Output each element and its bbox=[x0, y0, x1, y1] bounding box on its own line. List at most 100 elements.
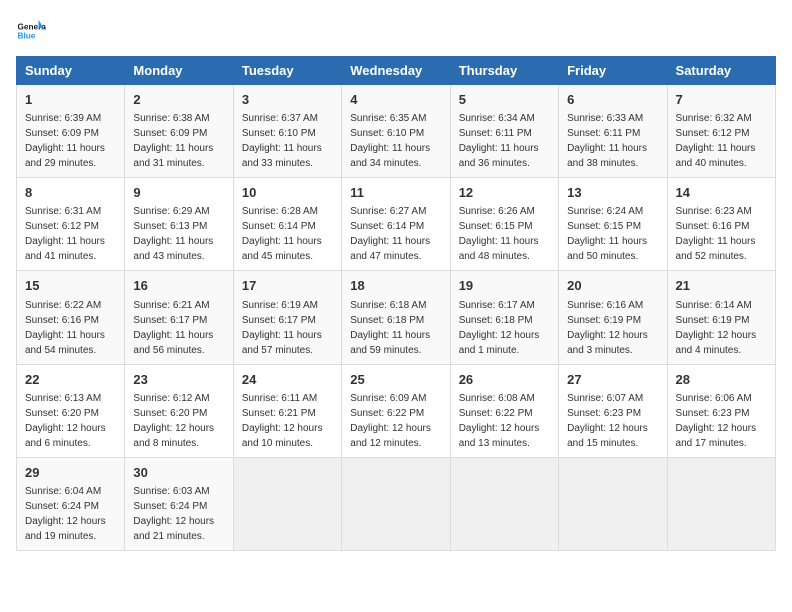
day-info: Sunrise: 6:29 AMSunset: 6:13 PMDaylight:… bbox=[133, 204, 224, 264]
calendar-day-cell: 7 Sunrise: 6:32 AMSunset: 6:12 PMDaylight… bbox=[667, 85, 775, 178]
day-info: Sunrise: 6:33 AMSunset: 6:11 PMDaylight:… bbox=[567, 111, 658, 171]
calendar-day-cell: 24Sunrise: 6:11 AMSunset: 6:21 PMDayligh… bbox=[233, 364, 341, 457]
day-info: Sunrise: 6:26 AMSunset: 6:15 PMDaylight:… bbox=[459, 204, 550, 264]
day-number: 17 bbox=[242, 277, 333, 295]
day-number: 18 bbox=[350, 277, 441, 295]
calendar-day-cell: 30 Sunrise: 6:03 AMSunset: 6:24 PMDayligh… bbox=[125, 457, 233, 550]
day-number: 24 bbox=[242, 371, 333, 389]
day-number: 25 bbox=[350, 371, 441, 389]
day-info: Sunrise: 6:22 AMSunset: 6:16 PMDaylight:… bbox=[25, 298, 116, 358]
calendar-day-cell: 21 Sunrise: 6:14 AMSunset: 6:19 PMDayligh… bbox=[667, 271, 775, 364]
calendar-day-cell: 18 Sunrise: 6:18 AMSunset: 6:18 PMDayligh… bbox=[342, 271, 450, 364]
day-info: Sunrise: 6:03 AMSunset: 6:24 PMDaylight:… bbox=[133, 484, 224, 544]
day-of-week-header: Wednesday bbox=[342, 57, 450, 85]
day-info: Sunrise: 6:08 AMSunset: 6:22 PMDaylight:… bbox=[459, 391, 550, 451]
calendar-day-cell bbox=[667, 457, 775, 550]
day-number: 20 bbox=[567, 277, 658, 295]
day-number: 16 bbox=[133, 277, 224, 295]
day-info: Sunrise: 6:14 AMSunset: 6:19 PMDaylight:… bbox=[676, 298, 767, 358]
calendar-day-cell: 2 Sunrise: 6:38 AMSunset: 6:09 PMDaylight… bbox=[125, 85, 233, 178]
calendar-week-row: 15 Sunrise: 6:22 AMSunset: 6:16 PMDayligh… bbox=[17, 271, 776, 364]
day-number: 26 bbox=[459, 371, 550, 389]
calendar-day-cell: 29Sunrise: 6:04 AMSunset: 6:24 PMDayligh… bbox=[17, 457, 125, 550]
day-number: 27 bbox=[567, 371, 658, 389]
calendar-day-cell: 1 Sunrise: 6:39 AMSunset: 6:09 PMDaylight… bbox=[17, 85, 125, 178]
calendar-day-cell bbox=[559, 457, 667, 550]
calendar-day-cell: 19Sunrise: 6:17 AMSunset: 6:18 PMDayligh… bbox=[450, 271, 558, 364]
calendar-week-row: 22 Sunrise: 6:13 AMSunset: 6:20 PMDayligh… bbox=[17, 364, 776, 457]
calendar-day-cell: 10Sunrise: 6:28 AMSunset: 6:14 PMDayligh… bbox=[233, 178, 341, 271]
day-info: Sunrise: 6:16 AMSunset: 6:19 PMDaylight:… bbox=[567, 298, 658, 358]
calendar-day-cell bbox=[450, 457, 558, 550]
calendar-day-cell: 23 Sunrise: 6:12 AMSunset: 6:20 PMDayligh… bbox=[125, 364, 233, 457]
calendar-day-cell: 13 Sunrise: 6:24 AMSunset: 6:15 PMDayligh… bbox=[559, 178, 667, 271]
day-info: Sunrise: 6:37 AMSunset: 6:10 PMDaylight:… bbox=[242, 111, 333, 171]
day-info: Sunrise: 6:23 AMSunset: 6:16 PMDaylight:… bbox=[676, 204, 767, 264]
calendar-day-cell: 12 Sunrise: 6:26 AMSunset: 6:15 PMDayligh… bbox=[450, 178, 558, 271]
day-info: Sunrise: 6:27 AMSunset: 6:14 PMDaylight:… bbox=[350, 204, 441, 264]
day-info: Sunrise: 6:21 AMSunset: 6:17 PMDaylight:… bbox=[133, 298, 224, 358]
day-number: 28 bbox=[676, 371, 767, 389]
day-number: 5 bbox=[459, 91, 550, 109]
day-number: 1 bbox=[25, 91, 116, 109]
day-number: 21 bbox=[676, 277, 767, 295]
calendar-day-cell: 26 Sunrise: 6:08 AMSunset: 6:22 PMDayligh… bbox=[450, 364, 558, 457]
day-info: Sunrise: 6:35 AMSunset: 6:10 PMDaylight:… bbox=[350, 111, 441, 171]
day-of-week-header: Monday bbox=[125, 57, 233, 85]
calendar-day-cell: 8 Sunrise: 6:31 AMSunset: 6:12 PMDaylight… bbox=[17, 178, 125, 271]
calendar-day-cell: 27Sunrise: 6:07 AMSunset: 6:23 PMDayligh… bbox=[559, 364, 667, 457]
day-number: 3 bbox=[242, 91, 333, 109]
calendar-day-cell: 5 Sunrise: 6:34 AMSunset: 6:11 PMDaylight… bbox=[450, 85, 558, 178]
calendar-body: 1 Sunrise: 6:39 AMSunset: 6:09 PMDaylight… bbox=[17, 85, 776, 551]
calendar-table: SundayMondayTuesdayWednesdayThursdayFrid… bbox=[16, 56, 776, 551]
day-info: Sunrise: 6:32 AMSunset: 6:12 PMDaylight:… bbox=[676, 111, 767, 171]
calendar-day-cell: 9 Sunrise: 6:29 AMSunset: 6:13 PMDaylight… bbox=[125, 178, 233, 271]
day-number: 2 bbox=[133, 91, 224, 109]
day-number: 11 bbox=[350, 184, 441, 202]
day-of-week-header: Saturday bbox=[667, 57, 775, 85]
day-info: Sunrise: 6:09 AMSunset: 6:22 PMDaylight:… bbox=[350, 391, 441, 451]
day-info: Sunrise: 6:17 AMSunset: 6:18 PMDaylight:… bbox=[459, 298, 550, 358]
day-number: 9 bbox=[133, 184, 224, 202]
calendar-week-row: 29Sunrise: 6:04 AMSunset: 6:24 PMDayligh… bbox=[17, 457, 776, 550]
day-info: Sunrise: 6:13 AMSunset: 6:20 PMDaylight:… bbox=[25, 391, 116, 451]
day-of-week-header: Thursday bbox=[450, 57, 558, 85]
day-info: Sunrise: 6:18 AMSunset: 6:18 PMDaylight:… bbox=[350, 298, 441, 358]
day-info: Sunrise: 6:12 AMSunset: 6:20 PMDaylight:… bbox=[133, 391, 224, 451]
calendar-day-cell: 15 Sunrise: 6:22 AMSunset: 6:16 PMDayligh… bbox=[17, 271, 125, 364]
day-number: 23 bbox=[133, 371, 224, 389]
day-info: Sunrise: 6:38 AMSunset: 6:09 PMDaylight:… bbox=[133, 111, 224, 171]
calendar-day-cell: 11 Sunrise: 6:27 AMSunset: 6:14 PMDayligh… bbox=[342, 178, 450, 271]
calendar-day-cell: 22 Sunrise: 6:13 AMSunset: 6:20 PMDayligh… bbox=[17, 364, 125, 457]
day-number: 4 bbox=[350, 91, 441, 109]
logo-icon: General Blue bbox=[16, 16, 46, 46]
calendar-week-row: 1 Sunrise: 6:39 AMSunset: 6:09 PMDaylight… bbox=[17, 85, 776, 178]
calendar-day-cell: 3 Sunrise: 6:37 AMSunset: 6:10 PMDaylight… bbox=[233, 85, 341, 178]
day-info: Sunrise: 6:31 AMSunset: 6:12 PMDaylight:… bbox=[25, 204, 116, 264]
day-number: 13 bbox=[567, 184, 658, 202]
day-info: Sunrise: 6:28 AMSunset: 6:14 PMDaylight:… bbox=[242, 204, 333, 264]
day-info: Sunrise: 6:24 AMSunset: 6:15 PMDaylight:… bbox=[567, 204, 658, 264]
calendar-day-cell: 25 Sunrise: 6:09 AMSunset: 6:22 PMDayligh… bbox=[342, 364, 450, 457]
calendar-day-cell: 4 Sunrise: 6:35 AMSunset: 6:10 PMDaylight… bbox=[342, 85, 450, 178]
day-info: Sunrise: 6:34 AMSunset: 6:11 PMDaylight:… bbox=[459, 111, 550, 171]
day-of-week-header: Sunday bbox=[17, 57, 125, 85]
day-number: 15 bbox=[25, 277, 116, 295]
day-number: 14 bbox=[676, 184, 767, 202]
logo: General Blue bbox=[16, 16, 46, 46]
day-number: 22 bbox=[25, 371, 116, 389]
calendar-header-row: SundayMondayTuesdayWednesdayThursdayFrid… bbox=[17, 57, 776, 85]
day-info: Sunrise: 6:39 AMSunset: 6:09 PMDaylight:… bbox=[25, 111, 116, 171]
day-info: Sunrise: 6:19 AMSunset: 6:17 PMDaylight:… bbox=[242, 298, 333, 358]
day-number: 29 bbox=[25, 464, 116, 482]
calendar-day-cell: 28 Sunrise: 6:06 AMSunset: 6:23 PMDayligh… bbox=[667, 364, 775, 457]
calendar-day-cell: 17 Sunrise: 6:19 AMSunset: 6:17 PMDayligh… bbox=[233, 271, 341, 364]
day-number: 8 bbox=[25, 184, 116, 202]
svg-text:Blue: Blue bbox=[18, 32, 36, 41]
day-number: 30 bbox=[133, 464, 224, 482]
calendar-day-cell bbox=[342, 457, 450, 550]
day-info: Sunrise: 6:06 AMSunset: 6:23 PMDaylight:… bbox=[676, 391, 767, 451]
day-number: 7 bbox=[676, 91, 767, 109]
calendar-day-cell: 16 Sunrise: 6:21 AMSunset: 6:17 PMDayligh… bbox=[125, 271, 233, 364]
day-number: 12 bbox=[459, 184, 550, 202]
